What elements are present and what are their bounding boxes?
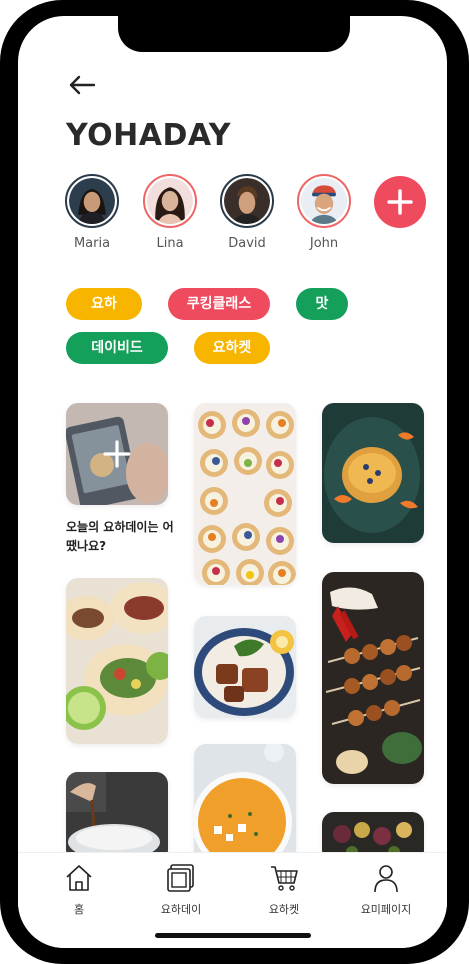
story-john[interactable]: John <box>296 174 352 251</box>
tab-my-page[interactable]: 요미페이지 <box>346 863 426 917</box>
avatar <box>224 178 270 224</box>
feed-photo-sauce[interactable] <box>66 772 168 862</box>
avatar-ring <box>220 174 274 228</box>
phone-frame: YOHADAY Maria Lina David John 요하 쿠킹클래스 맛… <box>0 0 469 964</box>
tab-home[interactable]: 홈 <box>39 863 119 917</box>
tartlets-photo <box>194 403 296 585</box>
avatar <box>301 178 347 224</box>
tag-cooking-class[interactable]: 쿠킹클래스 <box>168 288 270 320</box>
pumpkin-soup-photo <box>194 744 296 862</box>
phone-photo-thumbnail <box>66 403 168 505</box>
story-maria[interactable]: Maria <box>64 174 120 251</box>
tab-label: 요미페이지 <box>360 903 412 916</box>
person-icon <box>374 865 398 893</box>
tacos-photo <box>66 578 168 744</box>
avatar-ring <box>297 174 351 228</box>
tab-label: 홈 <box>73 903 85 916</box>
back-button[interactable] <box>66 72 98 98</box>
grilled-skewers-photo <box>322 572 424 784</box>
arrow-left-icon <box>69 75 96 95</box>
story-david[interactable]: David <box>219 174 275 251</box>
add-post-card[interactable] <box>66 403 168 505</box>
screen: YOHADAY Maria Lina David John 요하 쿠킹클래스 맛… <box>18 16 447 948</box>
story-name: David <box>228 236 266 251</box>
feed-photo-tacos[interactable] <box>66 578 168 744</box>
avatar <box>69 178 115 224</box>
sauce-pour-photo <box>66 772 168 862</box>
cart-icon <box>271 866 298 891</box>
story-name: Maria <box>73 236 111 251</box>
page-title: YOHADAY <box>66 118 231 153</box>
tag-yoha[interactable]: 요하 <box>66 288 142 320</box>
tag-david[interactable]: 데이비드 <box>66 332 168 364</box>
feed-photo-pancakes[interactable] <box>322 403 424 543</box>
photo-stack-icon <box>167 864 194 892</box>
feed-photo-soup[interactable] <box>194 744 296 862</box>
tag-yohaket[interactable]: 요하켓 <box>194 332 270 364</box>
post-prompt-text: 오늘의 요하데이는 어땠나요? <box>66 520 174 553</box>
story-lina[interactable]: Lina <box>142 174 198 251</box>
tab-label: 요하켓 <box>268 903 300 916</box>
avatar-ring <box>65 174 119 228</box>
story-name: John <box>309 236 339 251</box>
story-name: Lina <box>156 236 184 251</box>
feed-photo-braised-meat[interactable] <box>194 616 296 718</box>
pancakes-photo <box>322 403 424 543</box>
plus-icon <box>387 189 413 215</box>
feed-photo-skewers[interactable] <box>322 572 424 784</box>
home-icon <box>66 865 92 891</box>
tab-yohaday[interactable]: 요하데이 <box>141 863 221 917</box>
tab-yohaket[interactable]: 요하켓 <box>244 863 324 917</box>
avatar-ring <box>143 174 197 228</box>
tag-taste[interactable]: 맛 <box>296 288 348 320</box>
notch <box>118 16 350 52</box>
feed-photo-tartlets[interactable] <box>194 403 296 585</box>
tab-bar: 홈 요하데이 요하켓 요미페이지 <box>18 852 447 948</box>
tab-label: 요하데이 <box>160 903 202 916</box>
home-indicator <box>155 933 311 938</box>
avatar <box>147 178 193 224</box>
braised-meat-photo <box>194 616 296 718</box>
add-story-button[interactable] <box>374 176 426 228</box>
